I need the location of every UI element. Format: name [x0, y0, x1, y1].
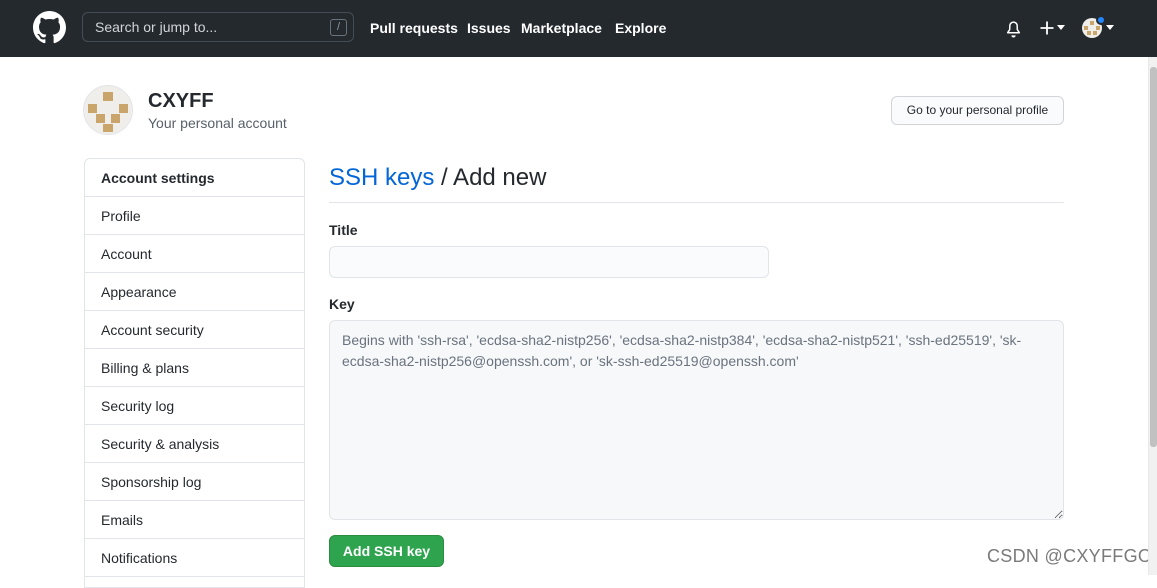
notification-dot: [1096, 15, 1106, 25]
nav-explore[interactable]: Explore: [615, 19, 666, 37]
key-label: Key: [329, 296, 355, 312]
sidebar-item-appearance[interactable]: Appearance: [85, 273, 304, 311]
nav-marketplace[interactable]: Marketplace: [521, 19, 602, 37]
page-title: SSH keys / Add new: [329, 163, 546, 193]
breadcrumb-current: / Add new: [434, 164, 547, 191]
sidebar-item-account-security[interactable]: Account security: [85, 311, 304, 349]
sidebar-item-emails[interactable]: Emails: [85, 501, 304, 539]
account-avatar: [83, 85, 133, 135]
sidebar-item-security-log[interactable]: Security log: [85, 387, 304, 425]
account-subtitle: Your personal account: [148, 115, 287, 131]
sidebar-item-notifications[interactable]: Notifications: [85, 539, 304, 577]
search-shortcut-hint: /: [330, 19, 347, 36]
sidebar-item-sponsorship-log[interactable]: Sponsorship log: [85, 463, 304, 501]
watermark-text: CSDN @CXYFFGO: [987, 546, 1153, 566]
search-input[interactable]: [83, 13, 323, 41]
user-menu[interactable]: [1082, 15, 1116, 41]
go-to-profile-button[interactable]: Go to your personal profile: [891, 96, 1064, 125]
sidebar-item-account[interactable]: Account: [85, 235, 304, 273]
scrollbar-thumb[interactable]: [1150, 67, 1157, 447]
account-name: CXYFF: [148, 90, 214, 112]
nav-pull-requests[interactable]: Pull requests: [370, 19, 458, 37]
top-navbar: / Pull requests Issues Marketplace Explo…: [0, 0, 1157, 57]
title-label: Title: [329, 222, 358, 238]
create-new-dropdown[interactable]: [1039, 19, 1069, 39]
sidebar-item-security-analysis[interactable]: Security & analysis: [85, 425, 304, 463]
plus-icon: [1040, 21, 1054, 35]
title-divider: [329, 202, 1064, 203]
page-scrollbar[interactable]: [1148, 57, 1157, 575]
breadcrumb-ssh-keys-link[interactable]: SSH keys: [329, 164, 434, 191]
search-box: /: [82, 12, 354, 42]
github-mark-icon[interactable]: [33, 11, 66, 44]
sidebar-item-billing-plans[interactable]: Billing & plans: [85, 349, 304, 387]
sidebar-heading: Account settings: [85, 159, 304, 197]
nav-issues[interactable]: Issues: [467, 19, 511, 37]
caret-down-icon: [1057, 25, 1065, 30]
caret-down-icon: [1106, 25, 1114, 30]
title-input[interactable]: [329, 246, 769, 278]
identicon-image: [84, 86, 132, 134]
key-textarea[interactable]: [329, 320, 1064, 520]
sidebar-item-profile[interactable]: Profile: [85, 197, 304, 235]
add-ssh-key-button[interactable]: Add SSH key: [329, 535, 444, 567]
bell-icon[interactable]: [1005, 20, 1022, 38]
settings-sidebar: Account settings Profile Account Appeara…: [84, 158, 305, 588]
